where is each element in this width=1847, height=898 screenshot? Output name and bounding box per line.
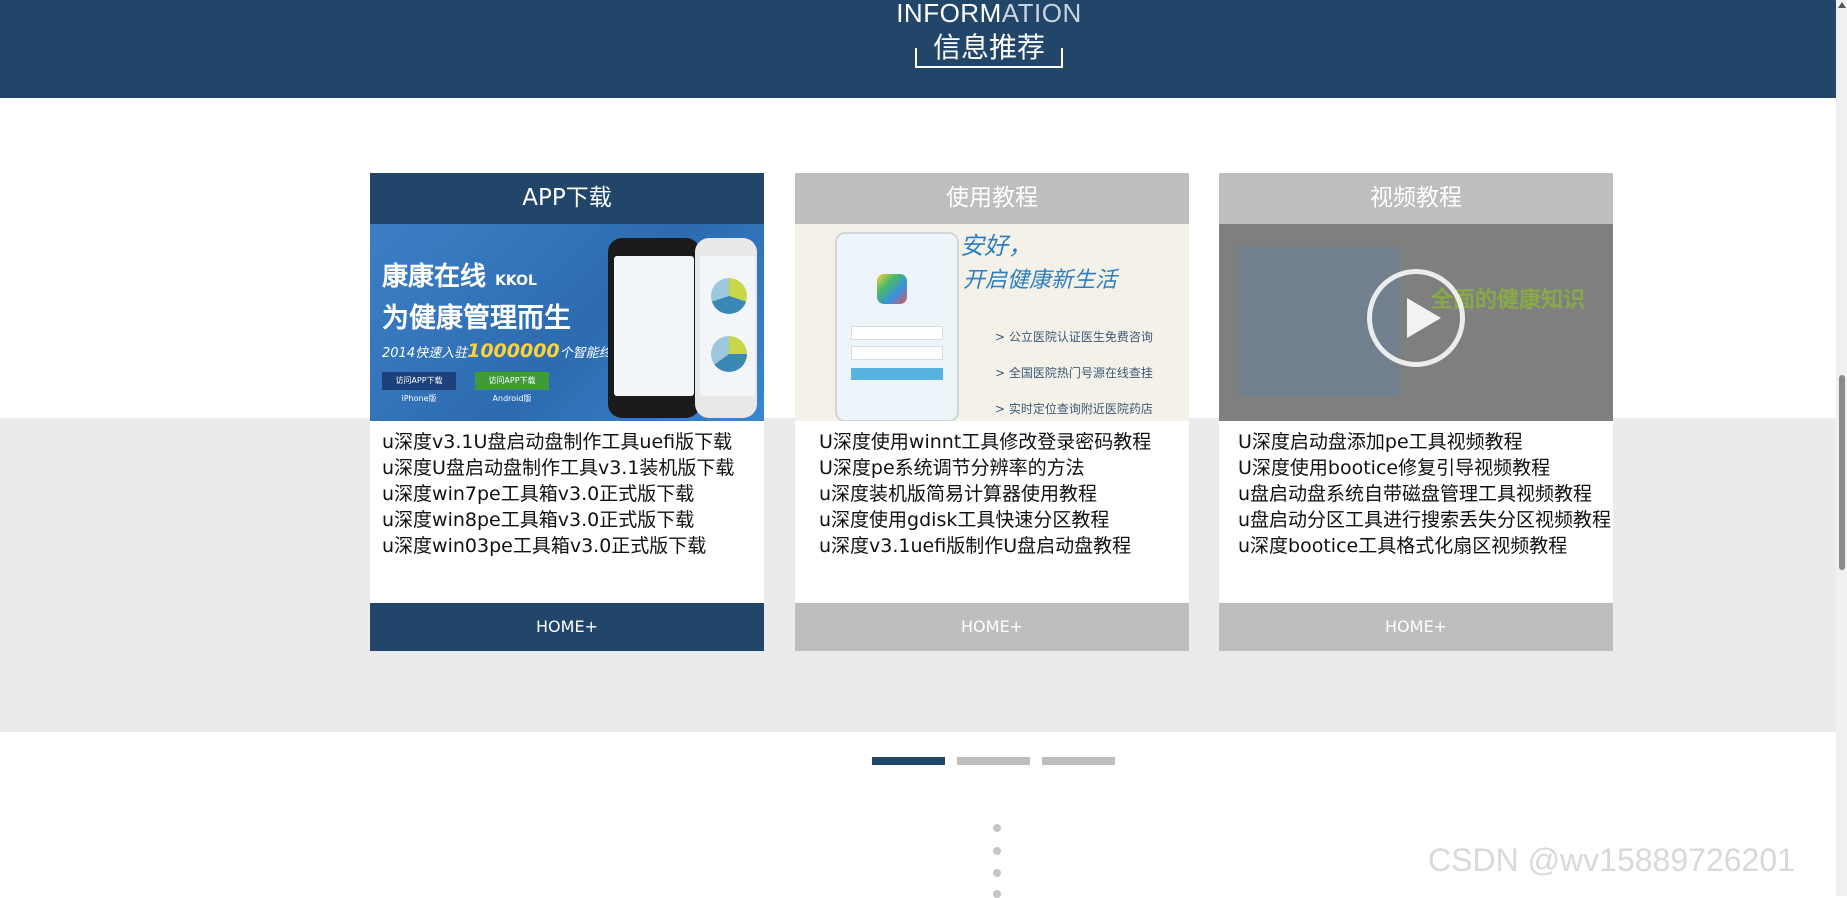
- home-more-button[interactable]: HOME+: [795, 603, 1189, 651]
- phone-front-graphic: [608, 238, 700, 418]
- banner-stat-number: 1000000: [467, 340, 560, 362]
- list-item[interactable]: u深度win7pe工具箱v3.0正式版下载: [382, 481, 764, 507]
- android-download-badge: 访问APP下载 Android版: [475, 372, 549, 403]
- card-title[interactable]: APP下载: [370, 173, 764, 224]
- information-header: INFORMATION 信息推荐: [0, 0, 1836, 98]
- download-list: u深度v3.1U盘启动盘制作工具uefi版下载 u深度U盘启动盘制作工具v3.1…: [370, 421, 764, 599]
- list-item[interactable]: u深度win03pe工具箱v3.0正式版下载: [382, 533, 764, 559]
- csdn-watermark: CSDN @wv15889726201: [1428, 842, 1795, 878]
- play-icon[interactable]: [1367, 269, 1465, 367]
- list-item[interactable]: U深度pe系统调节分辨率的方法: [819, 455, 1189, 481]
- card-video-tutorials: 视频教程 全面的健康知识 U深度启动盘添加pe工具视频教程 U深度使用booti…: [1219, 173, 1613, 651]
- scrollbar-thumb[interactable]: [1839, 375, 1845, 570]
- list-item[interactable]: U深度使用bootice修复引导视频教程: [1238, 455, 1613, 481]
- banner-stat: 2014快速入驻1000000个智能终端: [382, 340, 625, 362]
- list-item[interactable]: u深度使用gdisk工具快速分区教程: [819, 507, 1189, 533]
- video-list: U深度启动盘添加pe工具视频教程 U深度使用bootice修复引导视频教程 u盘…: [1219, 421, 1613, 599]
- section-title-cn: 信息推荐: [932, 31, 1045, 64]
- list-item[interactable]: u深度v3.1U盘启动盘制作工具uefi版下载: [382, 429, 764, 455]
- phone-screen-graphic: [835, 232, 959, 421]
- feature-bullet: > 实时定位查询附近医院药店: [995, 402, 1153, 416]
- feature-bullet: > 全国医院热门号源在线查挂: [995, 366, 1153, 380]
- section-title-en-fade: ATION: [1001, 0, 1082, 28]
- feature-bullet: > 公立医院认证医生免费咨询: [995, 330, 1153, 344]
- banner-stat-prefix: 2014快速入驻: [382, 346, 468, 361]
- section-title-en-main: INFORM: [896, 0, 1002, 28]
- list-item[interactable]: u深度win8pe工具箱v3.0正式版下载: [382, 507, 764, 533]
- app-banner-image[interactable]: 康康在线 KKOL 为健康管理而生 2014快速入驻1000000个智能终端 访…: [370, 224, 764, 421]
- scroll-indicator-dot: [993, 890, 1001, 898]
- section-title-cn-frame: 信息推荐: [915, 30, 1063, 68]
- home-more-button[interactable]: HOME+: [370, 603, 764, 651]
- banner-brand-text: 康康在线: [382, 262, 487, 292]
- list-item[interactable]: u盘启动盘系统自带磁盘管理工具视频教程: [1238, 481, 1613, 507]
- banner-slogan: 为健康管理而生: [382, 303, 571, 334]
- phone-back-graphic: [695, 238, 757, 418]
- list-item[interactable]: u深度装机版简易计算器使用教程: [819, 481, 1189, 507]
- list-item[interactable]: u深度U盘启动盘制作工具v3.1装机版下载: [382, 455, 764, 481]
- section-title-en: INFORMATION: [0, 0, 1847, 29]
- scroll-indicator-dot: [993, 869, 1001, 877]
- card-tutorials: 使用教程 安好， 开启健康新生活 > 公立医院认证医生免费咨询 > 全国医院热门…: [795, 173, 1189, 651]
- page-scrollbar[interactable]: [1836, 0, 1847, 896]
- tutorial-list: U深度使用winnt工具修改登录密码教程 U深度pe系统调节分辨率的方法 u深度…: [795, 421, 1189, 599]
- pager-tab-3[interactable]: [1042, 757, 1115, 765]
- ios-download-badge: 访问APP下载 iPhone版: [382, 372, 456, 403]
- scroll-up-arrow-icon[interactable]: [1838, 2, 1846, 8]
- video-thumbnail[interactable]: 全面的健康知识: [1219, 224, 1613, 421]
- scroll-indicator-dot: [993, 847, 1001, 855]
- home-more-button[interactable]: HOME+: [1219, 603, 1613, 651]
- banner-brand-small: KKOL: [495, 273, 537, 289]
- pager-tab-1[interactable]: [872, 757, 945, 765]
- list-item[interactable]: U深度启动盘添加pe工具视频教程: [1238, 429, 1613, 455]
- card-app-download: APP下载 康康在线 KKOL 为健康管理而生 2014快速入驻1000000个…: [370, 173, 764, 651]
- handwritten-slogan: 开启健康新生活: [963, 268, 1118, 293]
- list-item[interactable]: u盘启动分区工具进行搜索丢失分区视频教程: [1238, 507, 1613, 533]
- pager-tab-2[interactable]: [957, 757, 1030, 765]
- tutorial-banner-image[interactable]: 安好， 开启健康新生活 > 公立医院认证医生免费咨询 > 全国医院热门号源在线查…: [795, 224, 1189, 421]
- card-title[interactable]: 使用教程: [795, 173, 1189, 224]
- list-item[interactable]: u深度v3.1uefi版制作U盘启动盘教程: [819, 533, 1189, 559]
- banner-brand: 康康在线 KKOL: [382, 256, 537, 293]
- handwritten-greeting: 安好，: [960, 232, 1032, 260]
- card-title[interactable]: 视频教程: [1219, 173, 1613, 224]
- scroll-indicator-dot: [993, 824, 1001, 832]
- list-item[interactable]: U深度使用winnt工具修改登录密码教程: [819, 429, 1189, 455]
- list-item[interactable]: u深度bootice工具格式化扇区视频教程: [1238, 533, 1613, 559]
